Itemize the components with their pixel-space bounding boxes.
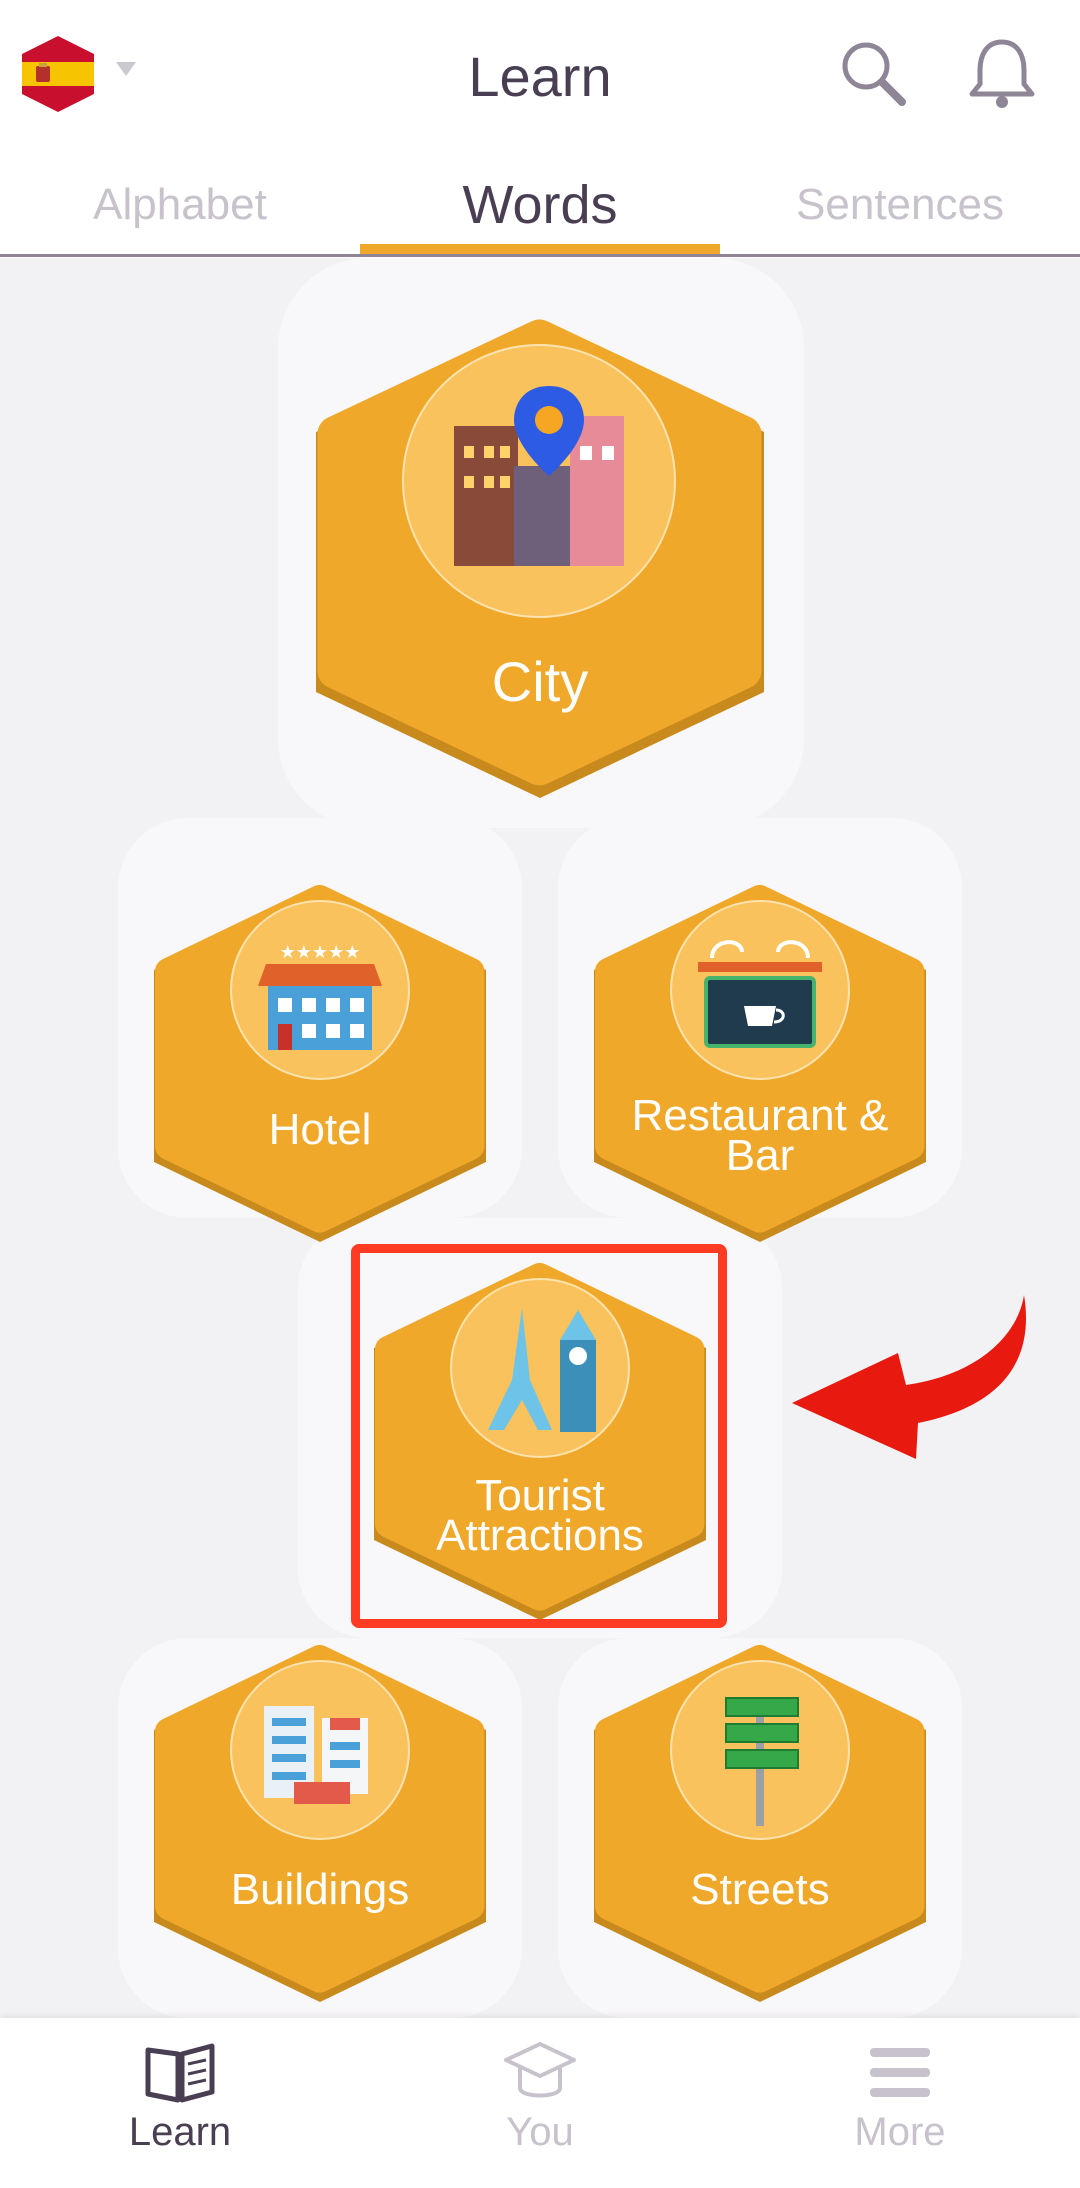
topic-label: City bbox=[491, 650, 589, 713]
nav-label: Learn bbox=[128, 2110, 232, 2154]
arrow-pointer-icon bbox=[792, 1295, 1027, 1459]
menu-icon bbox=[870, 2048, 930, 2097]
top-bar: Learn Alphabet Words Sentences bbox=[0, 0, 1080, 258]
topic-map[interactable]: City ★★★★★ Hotel Restaurant & Bar Touris… bbox=[0, 258, 1080, 2018]
active-tab-indicator bbox=[360, 244, 720, 254]
tab-alphabet[interactable]: Alphabet bbox=[0, 180, 360, 230]
topic-city[interactable]: City bbox=[312, 314, 768, 798]
nav-label: You bbox=[506, 2110, 574, 2154]
nav-you[interactable]: You bbox=[360, 2040, 720, 2155]
divider bbox=[0, 254, 1080, 257]
city-icon bbox=[402, 344, 676, 618]
svg-text:★★★★★: ★★★★★ bbox=[280, 942, 361, 963]
tab-words[interactable]: Words bbox=[360, 174, 720, 236]
hotel-icon: ★★★★★ bbox=[230, 900, 410, 1080]
cafe-sign-icon bbox=[670, 900, 850, 1080]
topic-label: Hotel bbox=[268, 1105, 372, 1154]
topic-label: Buildings bbox=[230, 1865, 410, 1914]
topic-hotel[interactable]: ★★★★★ Hotel bbox=[150, 880, 490, 1242]
bell-icon[interactable] bbox=[962, 34, 1042, 114]
topic-buildings[interactable]: Buildings bbox=[150, 1640, 490, 2002]
search-icon[interactable] bbox=[838, 38, 910, 110]
nav-label: More bbox=[854, 2110, 946, 2154]
nav-more[interactable]: More bbox=[720, 2040, 1080, 2155]
page-title: Learn bbox=[468, 45, 612, 108]
tab-bar: Alphabet Words Sentences bbox=[0, 160, 1080, 256]
highlight-box bbox=[351, 1244, 727, 1628]
topic-restaurant-bar[interactable]: Restaurant & Bar bbox=[590, 880, 930, 1242]
street-sign-icon bbox=[670, 1660, 850, 1840]
nav-learn[interactable]: Learn bbox=[0, 2040, 360, 2155]
book-icon bbox=[145, 2043, 215, 2103]
bottom-navigation: Learn You More bbox=[0, 2018, 1080, 2188]
topic-streets[interactable]: Streets bbox=[590, 1640, 930, 2002]
graduation-cap-icon bbox=[504, 2042, 576, 2098]
topic-label: Restaurant & Bar bbox=[631, 1091, 889, 1180]
topic-label: Streets bbox=[690, 1865, 830, 1914]
tab-sentences[interactable]: Sentences bbox=[720, 180, 1080, 230]
buildings-icon bbox=[230, 1660, 410, 1840]
